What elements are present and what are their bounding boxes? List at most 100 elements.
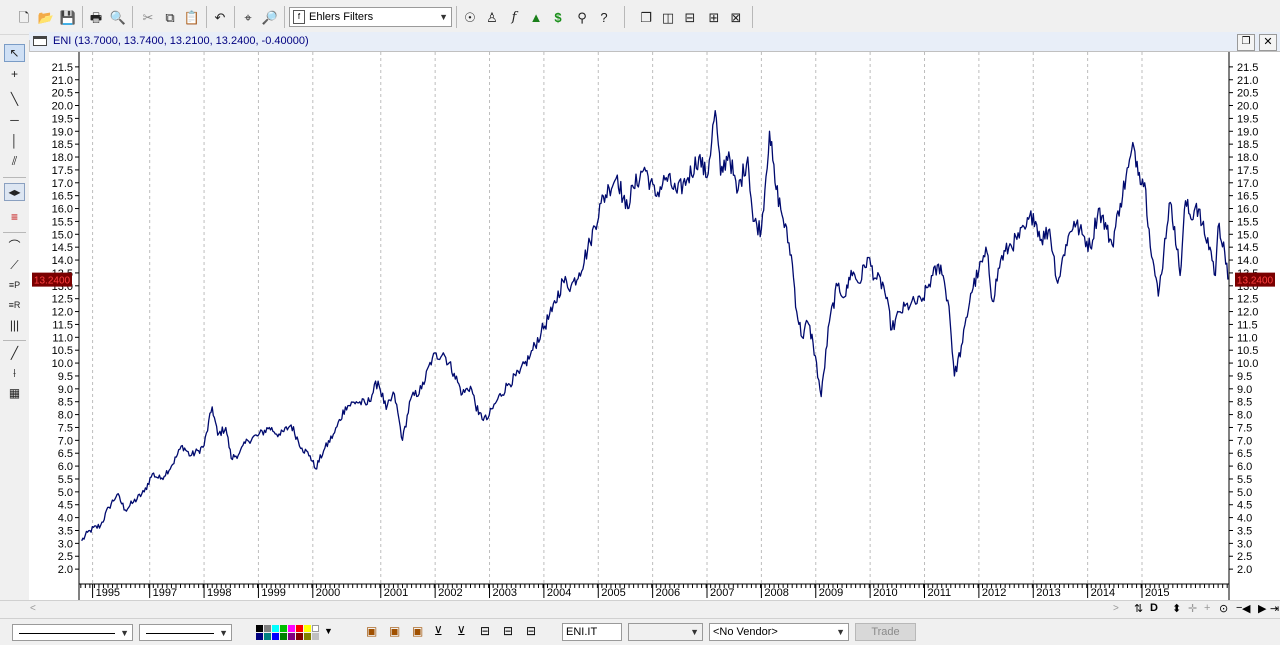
- vendor-select[interactable]: <No Vendor> ▼: [709, 623, 849, 641]
- color-swatch[interactable]: [288, 625, 295, 632]
- window-layout-3-icon[interactable]: ⊟: [526, 624, 536, 638]
- chart-window-title: ENI (13.7000, 13.7400, 13.2100, 13.2400,…: [53, 35, 309, 47]
- color-swatch[interactable]: [296, 625, 303, 632]
- close-window-button[interactable]: ✕: [1259, 34, 1277, 51]
- tile-vertical-icon[interactable]: ◫: [658, 7, 678, 27]
- indicator-select[interactable]: f Ehlers Filters ▼: [289, 7, 452, 27]
- fibonacci-fan-tool-icon[interactable]: ⟋: [4, 256, 25, 274]
- undo-icon[interactable]: ↶: [210, 7, 230, 27]
- color-swatch[interactable]: [296, 633, 303, 640]
- color-swatch[interactable]: [256, 625, 263, 632]
- new-file-icon[interactable]: 🗋: [14, 7, 34, 27]
- trade-button[interactable]: Trade: [855, 623, 916, 641]
- color-swatch[interactable]: [288, 633, 295, 640]
- scroll-forward-icon[interactable]: ▶: [1258, 602, 1266, 615]
- color-swatch[interactable]: [280, 625, 287, 632]
- system-tester-icon[interactable]: ▲: [526, 7, 546, 27]
- zoom-plus-icon[interactable]: +: [1204, 602, 1210, 614]
- tile-horizontal-icon[interactable]: ⊟: [680, 7, 700, 27]
- scroll-back-icon[interactable]: ◀: [1242, 602, 1250, 615]
- snap-left-icon[interactable]: ⊻: [434, 624, 443, 638]
- fibonacci-retracement-tool-icon[interactable]: ≡R: [4, 296, 25, 314]
- price-chart[interactable]: 2.0 2.5 3.0 3.5 4.0 4.5 5.0 5.5 6.0 6.5 7.0 7.5 8.0 8…: [29, 52, 1280, 600]
- bring-to-front-icon[interactable]: ▣: [412, 624, 423, 638]
- window-layout-1-icon[interactable]: ⊟: [480, 624, 490, 638]
- zoom-reset-icon[interactable]: ⊙: [1219, 602, 1228, 615]
- fibonacci-arcs-tool-icon[interactable]: ⌒: [4, 236, 25, 254]
- formula-icon[interactable]: f: [504, 7, 524, 27]
- scroll-left-arrow-icon[interactable]: <: [30, 603, 36, 614]
- scroll-right-arrow-icon[interactable]: >: [1113, 603, 1119, 614]
- periodicity-daily-icon[interactable]: D: [1150, 602, 1158, 614]
- layout-icon[interactable]: ⊠: [726, 7, 746, 27]
- cut-icon[interactable]: ✂: [138, 7, 158, 27]
- fibonacci-time-zones-tool-icon[interactable]: |||: [4, 316, 25, 334]
- color-swatch[interactable]: [264, 633, 271, 640]
- help-icon[interactable]: ?: [594, 7, 614, 27]
- y-tick-label: 9.5: [1237, 371, 1252, 383]
- copy-icon[interactable]: ⧉: [160, 7, 180, 27]
- zoom-icon[interactable]: 🔎: [260, 7, 280, 27]
- chevron-down-icon[interactable]: ▼: [324, 626, 333, 636]
- restore-window-button[interactable]: ❐: [1237, 34, 1255, 51]
- send-backward-icon[interactable]: ▣: [389, 624, 400, 638]
- color-swatch[interactable]: [304, 625, 311, 632]
- refresh-icon[interactable]: ⇅: [1134, 602, 1143, 615]
- trendline-tool-icon[interactable]: ╲: [4, 90, 25, 108]
- color-swatch[interactable]: [304, 633, 311, 640]
- color-swatch[interactable]: [312, 633, 319, 640]
- open-folder-icon[interactable]: 📂: [36, 7, 56, 27]
- color-swatch[interactable]: [312, 625, 319, 632]
- snap-right-icon[interactable]: ⊻: [457, 624, 466, 638]
- crosshair-icon[interactable]: ⌖: [238, 7, 258, 27]
- color-swatch[interactable]: [264, 625, 271, 632]
- tile-grid-icon[interactable]: ⊞: [704, 7, 724, 27]
- indicator-icon[interactable]: ☉: [460, 7, 480, 27]
- y-tick-label: 10.5: [52, 345, 73, 357]
- scroll-end-icon[interactable]: ⇥: [1270, 602, 1279, 615]
- line-weight-select[interactable]: ▼: [139, 624, 232, 641]
- color-swatch[interactable]: [256, 633, 263, 640]
- zoom-vertical-icon[interactable]: ⬍: [1172, 602, 1181, 615]
- main-toolbar: 🗋 📂 💾 🖶 🔍 ✂ ⧉ 📋 ↶ ⌖ 🔎 f Ehlers Filters ▼…: [0, 0, 1280, 35]
- print-icon[interactable]: 🖶: [86, 7, 106, 27]
- toolbar-separator: [234, 6, 235, 28]
- cycle-lines-tool-icon[interactable]: ⫽: [4, 152, 25, 170]
- y-tick-label: 3.5: [58, 525, 73, 537]
- y-tick-label: 17.5: [1237, 165, 1258, 177]
- paste-icon[interactable]: 📋: [182, 7, 202, 27]
- color-swatch[interactable]: [272, 625, 279, 632]
- window-layout-2-icon[interactable]: ⊟: [503, 624, 513, 638]
- fibonacci-projection-tool-icon[interactable]: ≡P: [4, 276, 25, 294]
- color-swatch[interactable]: [280, 633, 287, 640]
- pointer-tool-icon[interactable]: ↖: [4, 44, 25, 62]
- y-tick-label: 19.0: [52, 126, 73, 138]
- color-swatch[interactable]: [272, 633, 279, 640]
- crosshair-tool-icon[interactable]: +: [4, 65, 25, 83]
- speed-lines-tool-icon[interactable]: ≡: [4, 208, 25, 226]
- explorer-icon[interactable]: ⚲: [572, 7, 592, 27]
- symbol-input[interactable]: ENI.IT: [562, 623, 622, 641]
- color-palette[interactable]: ▼: [254, 624, 334, 641]
- print-preview-icon[interactable]: 🔍: [108, 7, 128, 27]
- raff-channel-tool-icon[interactable]: ╱: [4, 344, 25, 362]
- chevron-down-icon: ▼: [690, 627, 699, 637]
- save-icon[interactable]: 💾: [58, 7, 78, 27]
- gann-grid-tool-icon[interactable]: ▦: [4, 384, 25, 402]
- cascade-icon[interactable]: ❐: [636, 7, 656, 27]
- expert-icon[interactable]: ♙: [482, 7, 502, 27]
- last-price-label-right: 13.2400: [1237, 276, 1274, 287]
- bring-forward-icon[interactable]: ▣: [366, 624, 377, 638]
- periodicity-select[interactable]: ▼: [628, 623, 703, 641]
- gann-fan-tool-icon[interactable]: ⟊: [4, 364, 25, 382]
- horizontal-line-tool-icon[interactable]: ─: [4, 111, 25, 129]
- y-tick-label: 6.5: [1237, 448, 1252, 460]
- vertical-line-tool-icon[interactable]: │: [4, 132, 25, 150]
- y-tick-label: 5.0: [58, 487, 73, 499]
- x-tick-label: 1998: [207, 587, 231, 599]
- zoom-cross-icon[interactable]: ✛: [1188, 602, 1197, 615]
- scroll-tool-icon[interactable]: ◂▸: [4, 183, 25, 201]
- dollar-icon[interactable]: $: [548, 7, 568, 27]
- y-tick-label: 10.5: [1237, 345, 1258, 357]
- line-style-select[interactable]: ▼: [12, 624, 133, 641]
